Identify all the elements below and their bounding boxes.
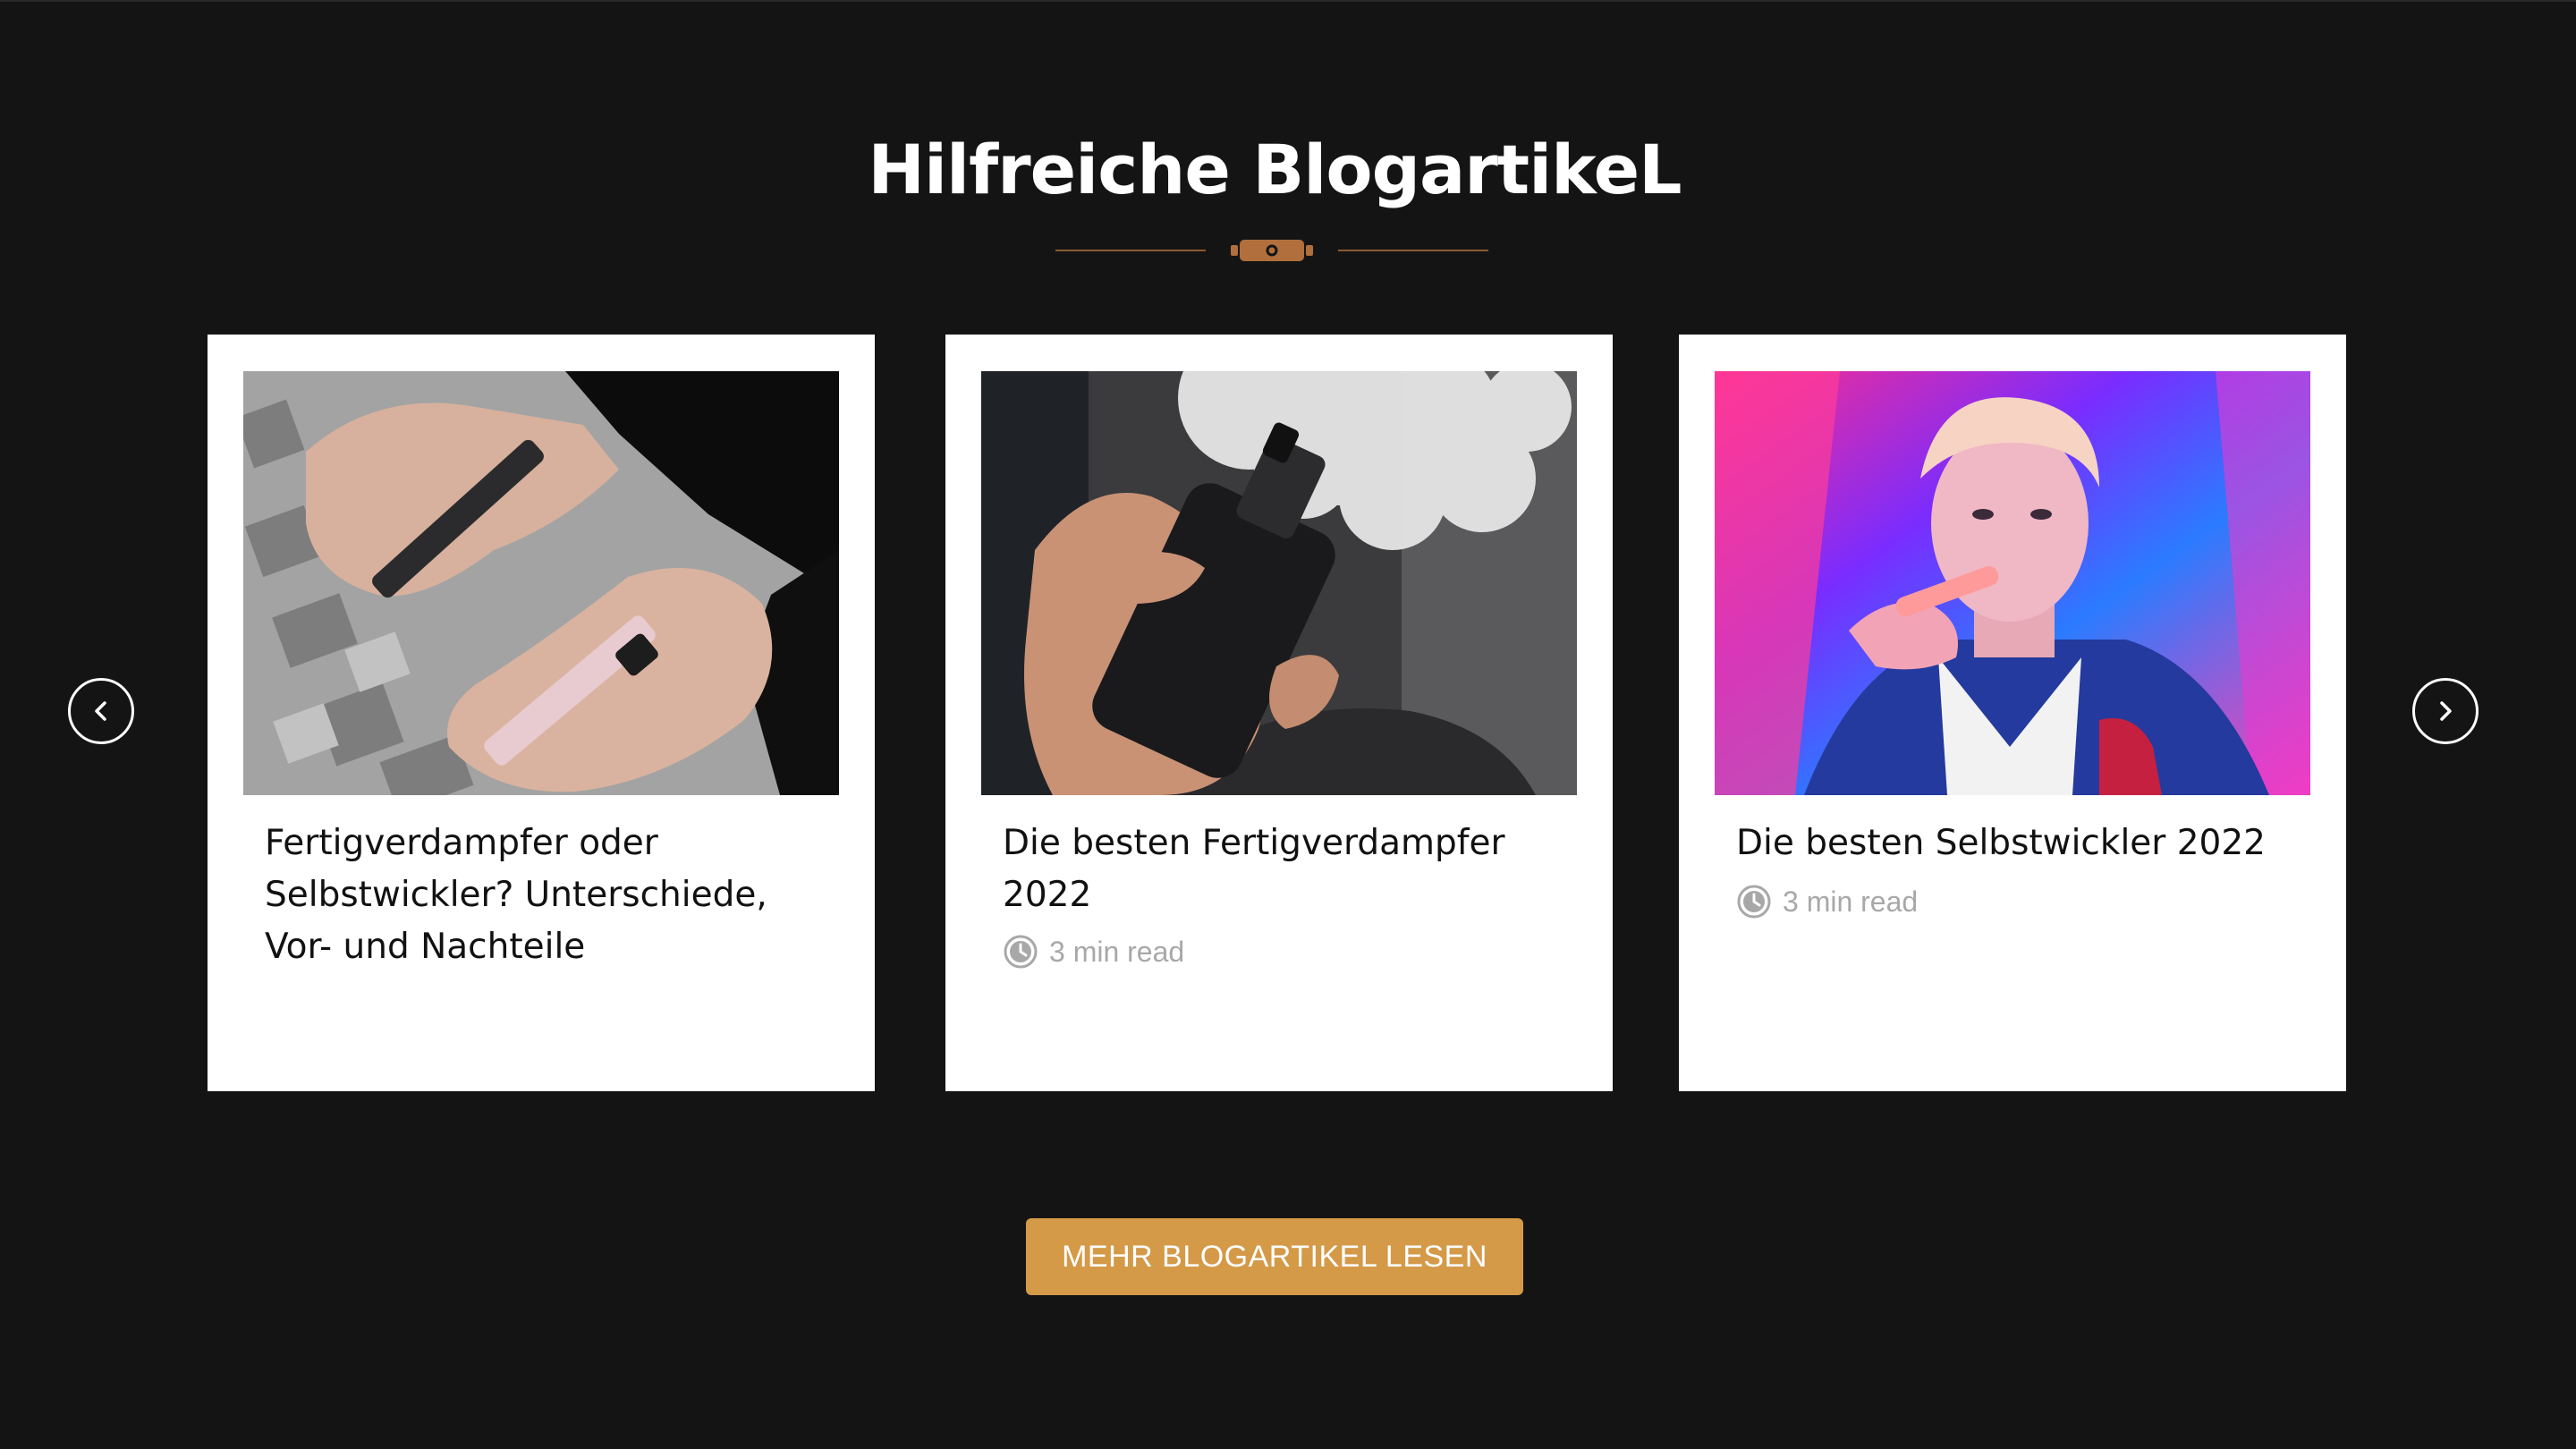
carousel-prev-button[interactable] xyxy=(68,678,134,744)
chevron-right-icon xyxy=(2440,701,2452,721)
divider-line-right xyxy=(1338,250,1488,251)
section-title: Hilfreiche BlogartikeL xyxy=(868,130,1682,209)
more-blog-articles-button[interactable]: MEHR BLOGARTIKEL LESEN xyxy=(1026,1218,1523,1295)
blog-card-title[interactable]: Fertigverdampfer oder Selbstwickler? Unt… xyxy=(265,818,819,973)
blog-card-title[interactable]: Die besten Selbstwickler 2022 xyxy=(1736,818,2291,869)
blog-card-image[interactable] xyxy=(243,371,839,795)
photo-hand-holding-vape-mod-with-smoke xyxy=(981,371,1577,795)
divider-line-left xyxy=(1055,250,1206,251)
clock-icon xyxy=(1737,885,1771,919)
read-time: 3 min read xyxy=(1736,884,1918,919)
blog-card[interactable]: Fertigverdampfer oder Selbstwickler? Unt… xyxy=(208,335,875,1091)
blog-card[interactable]: Die besten Fertigverdampfer 2022 3 min r… xyxy=(945,335,1613,1091)
photo-hands-holding-two-pod-vapes xyxy=(243,371,839,795)
blog-card-image[interactable] xyxy=(981,371,1577,795)
vape-ornament-icon xyxy=(1231,240,1313,261)
carousel-next-button[interactable] xyxy=(2412,678,2479,744)
chevron-left-icon xyxy=(95,701,106,721)
blog-card-image[interactable] xyxy=(1715,371,2310,795)
top-border xyxy=(0,0,2576,2)
clock-icon xyxy=(1004,935,1038,969)
read-time-label: 3 min read xyxy=(1049,935,1185,968)
title-divider xyxy=(1055,231,1488,270)
read-time-label: 3 min read xyxy=(1783,885,1919,918)
blog-card[interactable]: Die besten Selbstwickler 2022 3 min read xyxy=(1679,335,2346,1091)
blog-card-title[interactable]: Die besten Fertigverdampfer 2022 xyxy=(1003,818,1557,921)
read-time: 3 min read xyxy=(1003,934,1184,970)
photo-woman-neon-light-vaping xyxy=(1715,371,2310,795)
